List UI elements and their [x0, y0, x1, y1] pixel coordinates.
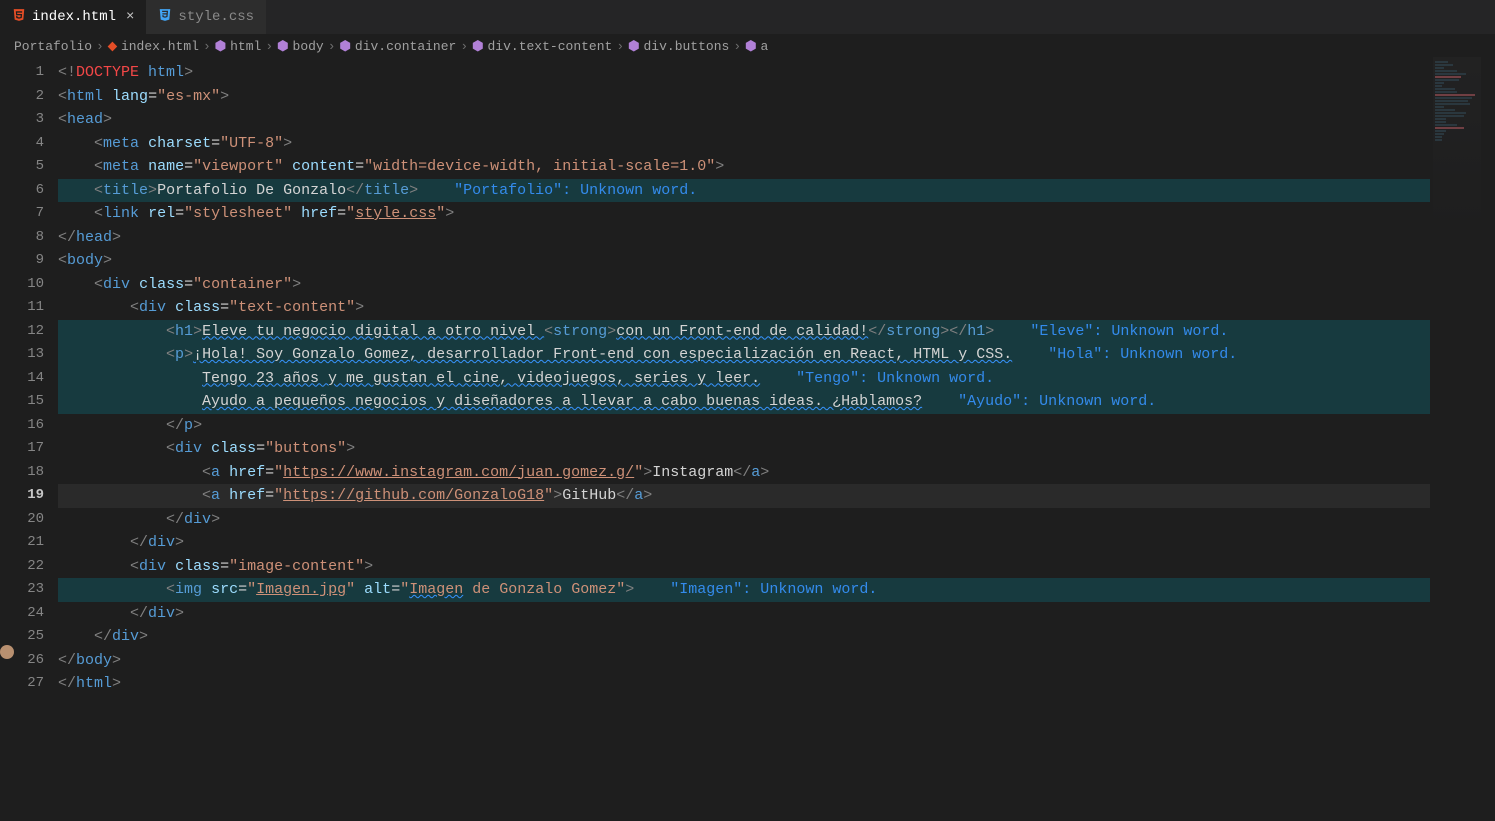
- crumb[interactable]: ⬢a: [745, 39, 768, 54]
- html5-icon: ⬥: [108, 39, 117, 54]
- cube-icon: ⬢: [745, 39, 756, 54]
- tab-label: index.html: [32, 9, 116, 25]
- tab-bar: index.html × style.css: [0, 0, 1495, 35]
- minimap[interactable]: [1433, 57, 1481, 257]
- code-content[interactable]: <!DOCTYPE html><html lang="es-mx"><head>…: [58, 57, 1495, 821]
- editor-area[interactable]: 1234567891011121314151617181920212223242…: [0, 57, 1495, 821]
- chevron-right-icon: ›: [328, 39, 336, 54]
- cube-icon: ⬢: [628, 39, 639, 54]
- avatar[interactable]: [0, 645, 14, 659]
- html5-icon: [12, 8, 26, 27]
- crumb[interactable]: ⬢html: [215, 39, 262, 54]
- chevron-right-icon: ›: [733, 39, 741, 54]
- breadcrumb[interactable]: Portafolio › ⬥index.html › ⬢html › ⬢body…: [0, 35, 1495, 57]
- crumb[interactable]: ⬥index.html: [108, 39, 199, 54]
- css3-icon: [158, 8, 172, 27]
- gutter-margin: [0, 57, 14, 821]
- tab-index-html[interactable]: index.html ×: [0, 0, 146, 34]
- chevron-right-icon: ›: [616, 39, 624, 54]
- cube-icon: ⬢: [472, 39, 483, 54]
- line-number-gutter: 1234567891011121314151617181920212223242…: [14, 57, 58, 821]
- chevron-right-icon: ›: [265, 39, 273, 54]
- crumb[interactable]: ⬢div.container: [340, 39, 457, 54]
- crumb[interactable]: ⬢body: [277, 39, 324, 54]
- crumb[interactable]: Portafolio: [14, 39, 92, 54]
- tab-style-css[interactable]: style.css: [146, 0, 266, 34]
- tab-label: style.css: [178, 9, 254, 25]
- crumb[interactable]: ⬢div.text-content: [472, 39, 612, 54]
- cube-icon: ⬢: [215, 39, 226, 54]
- chevron-right-icon: ›: [460, 39, 468, 54]
- cube-icon: ⬢: [340, 39, 351, 54]
- editor-app: index.html × style.css Portafolio › ⬥ind…: [0, 0, 1495, 821]
- crumb[interactable]: ⬢div.buttons: [628, 39, 729, 54]
- cube-icon: ⬢: [277, 39, 288, 54]
- chevron-right-icon: ›: [96, 39, 104, 54]
- chevron-right-icon: ›: [203, 39, 211, 54]
- close-icon[interactable]: ×: [126, 9, 134, 25]
